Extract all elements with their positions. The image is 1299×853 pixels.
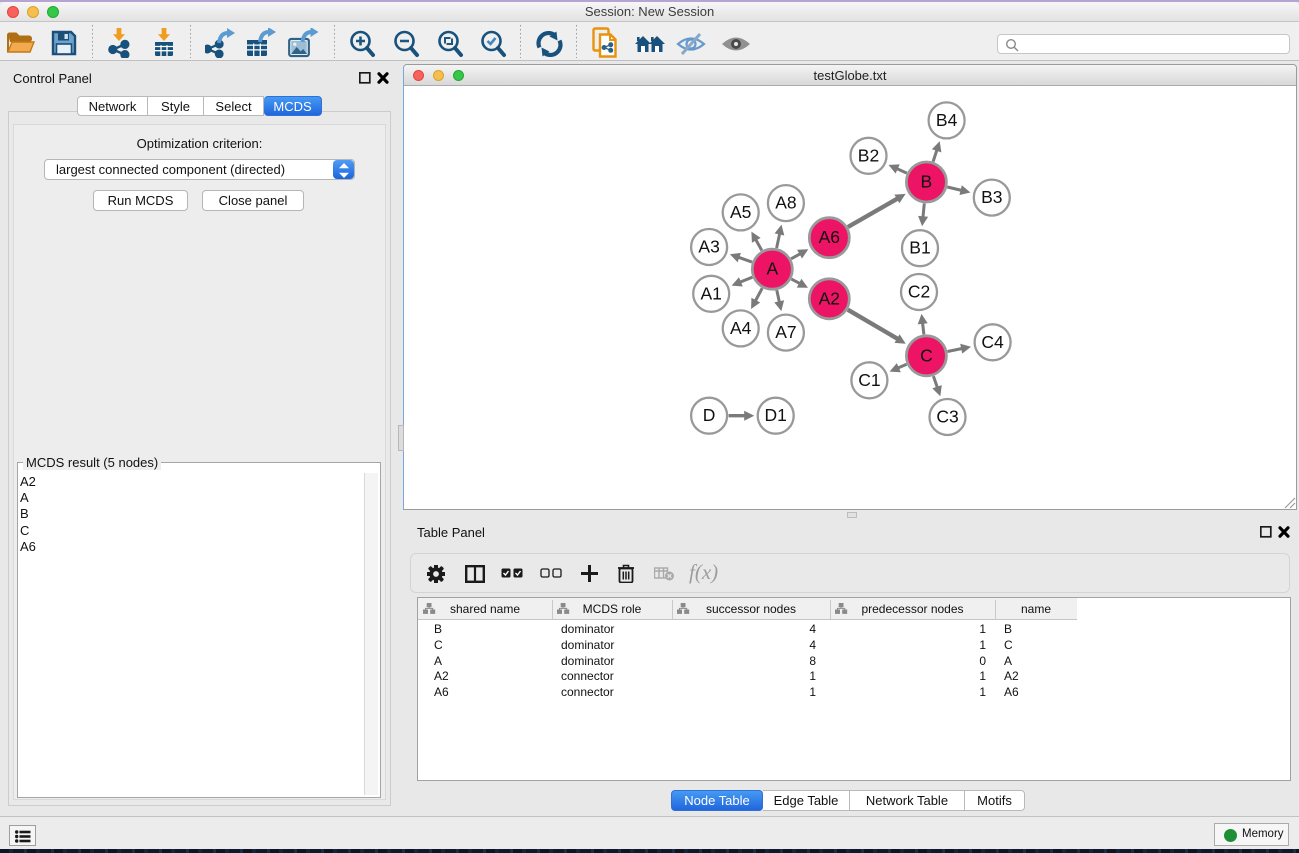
svg-text:C4: C4 xyxy=(981,332,1004,352)
svg-text:A6: A6 xyxy=(819,227,840,247)
svg-text:C2: C2 xyxy=(908,282,930,302)
svg-text:A7: A7 xyxy=(775,322,796,342)
svg-text:B4: B4 xyxy=(936,110,958,130)
svg-text:B2: B2 xyxy=(858,145,879,165)
svg-text:A3: A3 xyxy=(698,237,719,257)
svg-text:D1: D1 xyxy=(765,405,787,425)
svg-text:A4: A4 xyxy=(730,318,752,338)
svg-text:A1: A1 xyxy=(700,283,721,303)
svg-text:A2: A2 xyxy=(819,288,840,308)
svg-text:B: B xyxy=(921,172,933,192)
svg-text:C1: C1 xyxy=(858,370,880,390)
svg-text:A: A xyxy=(766,259,778,279)
svg-text:B3: B3 xyxy=(981,187,1002,207)
svg-text:D: D xyxy=(703,405,716,425)
svg-text:C: C xyxy=(920,345,933,365)
svg-text:C3: C3 xyxy=(936,407,958,427)
svg-text:B1: B1 xyxy=(909,238,930,258)
svg-text:A8: A8 xyxy=(775,193,796,213)
svg-text:A5: A5 xyxy=(730,202,751,222)
